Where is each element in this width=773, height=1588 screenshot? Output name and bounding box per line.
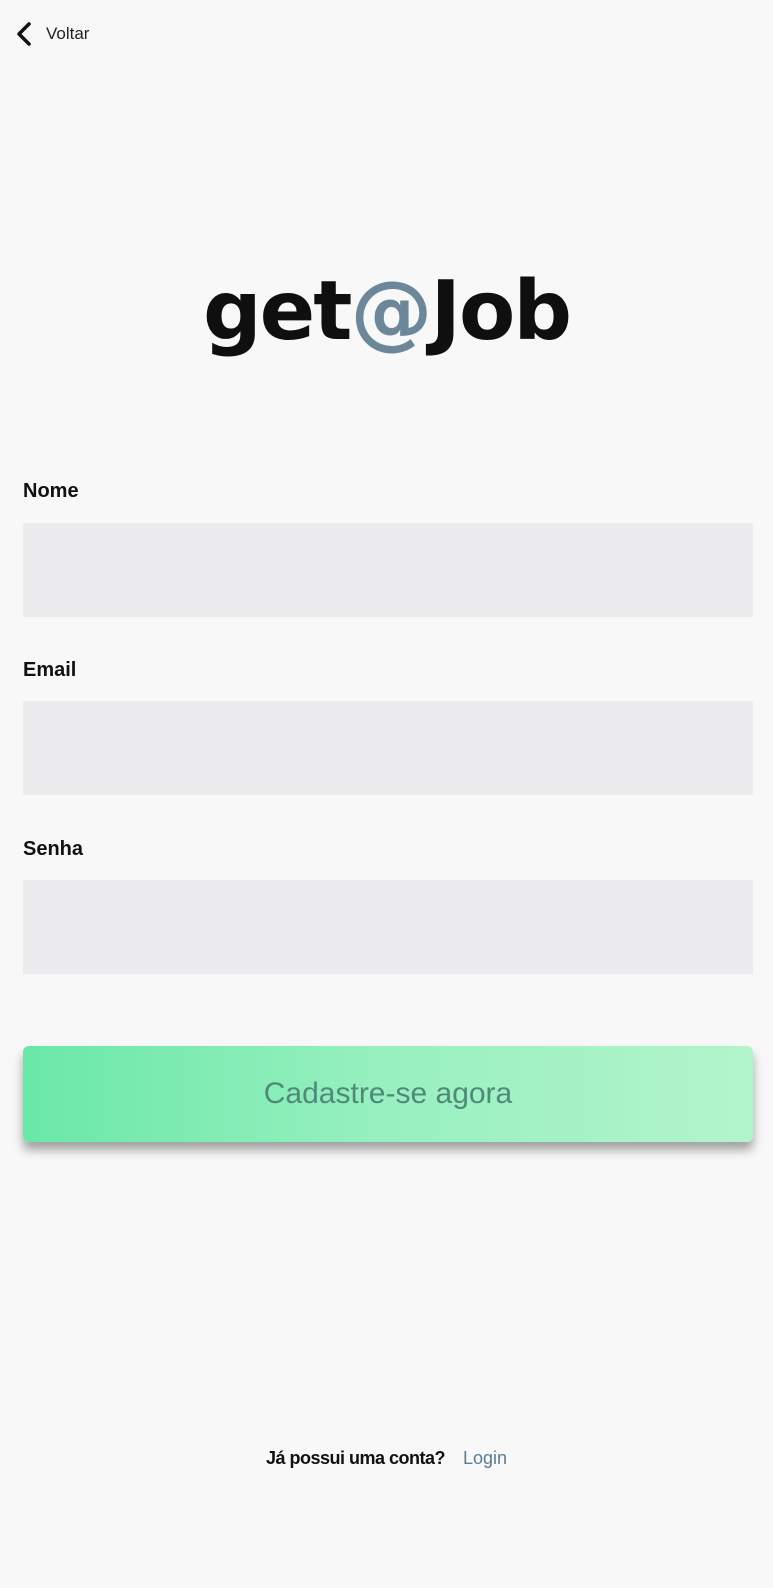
back-button[interactable]: Voltar	[16, 22, 89, 46]
logo-text-get: get	[202, 264, 353, 359]
logo-text-job: Job	[430, 264, 572, 359]
name-label: Nome	[23, 480, 79, 502]
chevron-left-icon	[16, 22, 32, 46]
email-label: Email	[23, 659, 77, 681]
email-field[interactable]	[23, 701, 753, 795]
password-label: Senha	[23, 838, 84, 860]
login-prompt: Já possui uma conta? Login	[0, 1448, 773, 1469]
password-field[interactable]	[23, 880, 753, 974]
logo-text-at: @	[350, 264, 432, 359]
back-label: Voltar	[46, 24, 90, 43]
signup-button[interactable]: Cadastre-se agora	[23, 1046, 753, 1142]
login-prompt-text: Já possui uma conta?	[265, 1448, 446, 1468]
name-field[interactable]	[23, 523, 753, 617]
app-logo: get@Job	[0, 262, 773, 362]
login-link[interactable]: Login	[463, 1448, 507, 1468]
